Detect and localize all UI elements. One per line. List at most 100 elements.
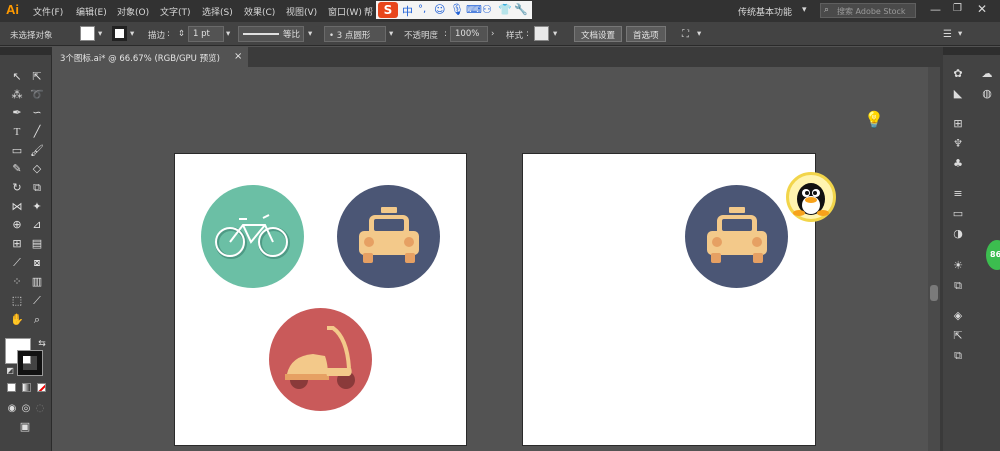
opacity-arrow-icon[interactable]: › xyxy=(491,29,494,39)
blend-tool-icon[interactable]: ⧇ xyxy=(28,255,46,271)
users-icon[interactable]: ⚇ xyxy=(482,3,492,16)
keyboard-icon[interactable]: ⌨ xyxy=(466,3,482,16)
scooter-icon[interactable] xyxy=(269,308,372,411)
swap-colors-icon[interactable]: ⇆ xyxy=(33,336,51,352)
eraser-tool-icon[interactable]: ◇ xyxy=(28,161,46,177)
perspective-grid-tool-icon[interactable]: ⊿ xyxy=(28,217,46,233)
curvature-tool-icon[interactable]: ∽ xyxy=(28,105,46,121)
menu-file[interactable]: 文件(F) xyxy=(33,5,63,18)
none-mode-icon[interactable] xyxy=(37,383,46,392)
libraries-icon[interactable]: ☁ xyxy=(979,67,995,81)
artboard-1[interactable] xyxy=(174,153,467,446)
export-icon[interactable]: ⇱ xyxy=(950,329,966,343)
scrollbar-thumb[interactable] xyxy=(930,285,938,301)
stroke-profile-select[interactable]: 等比 xyxy=(238,26,304,42)
fill-swatch[interactable] xyxy=(80,26,95,41)
direct-selection-tool-icon[interactable]: ⇱ xyxy=(28,69,46,85)
graph-tool-icon[interactable]: ▥ xyxy=(28,274,46,290)
eyedropper-tool-icon[interactable]: ⟋ xyxy=(8,255,26,271)
menu-help[interactable]: 帮 xyxy=(364,5,373,18)
lightbulb-icon[interactable]: 💡 xyxy=(864,110,884,129)
ime-mode[interactable]: 中 xyxy=(402,3,413,19)
swatches-icon[interactable]: ⊞ xyxy=(950,117,966,131)
rotate-tool-icon[interactable]: ↻ xyxy=(8,180,26,196)
document-tab[interactable]: 3个图标.ai* @ 66.67% (RGB/GPU 预览) × xyxy=(52,47,248,67)
layers-icon[interactable]: ◈ xyxy=(950,309,966,323)
gradient-mode-icon[interactable] xyxy=(22,383,31,392)
style-dropdown-icon[interactable]: ▾ xyxy=(553,29,557,39)
puppet-warp-tool-icon[interactable]: ✦ xyxy=(28,199,46,215)
hand-tool-icon[interactable]: ✋ xyxy=(8,312,26,328)
style-swatch[interactable] xyxy=(534,26,549,41)
menu-object[interactable]: 对象(O) xyxy=(117,5,149,18)
zoom-tool-icon[interactable]: ⌕ xyxy=(28,312,46,328)
draw-inside-icon[interactable]: ◌ xyxy=(31,401,49,417)
artboard-2[interactable] xyxy=(522,153,816,446)
stroke-panel-icon[interactable]: ≡ xyxy=(950,187,966,201)
type-tool-icon[interactable]: T xyxy=(8,124,26,140)
menu-view[interactable]: 视图(V) xyxy=(286,5,317,18)
width-tool-icon[interactable]: ⋈ xyxy=(8,199,26,215)
gradient-tool-icon[interactable]: ▤ xyxy=(28,236,46,252)
color-mode-icon[interactable] xyxy=(7,383,16,392)
default-colors-icon[interactable]: ◩ xyxy=(1,363,19,379)
bicycle-icon[interactable] xyxy=(201,185,304,288)
wrench-icon[interactable]: 🔧 xyxy=(514,3,528,16)
workspace-dropdown-icon[interactable]: ▾ xyxy=(802,5,807,15)
color-panel-icon[interactable]: ◣ xyxy=(950,87,966,101)
fill-dropdown-icon[interactable]: ▾ xyxy=(98,29,102,39)
arrange-dropdown-icon[interactable]: ▾ xyxy=(697,29,701,39)
cc-libraries-icon[interactable]: ◍ xyxy=(979,87,995,101)
paintbrush-tool-icon[interactable]: 🖌 xyxy=(28,143,46,159)
stroke-stepper-icon[interactable]: ⇕ xyxy=(178,29,185,39)
shaper-tool-icon[interactable]: ✎ xyxy=(8,161,26,177)
gradient-panel-icon[interactable]: ▭ xyxy=(950,207,966,221)
sogou-logo[interactable]: S xyxy=(378,2,398,18)
arrange-icon[interactable]: ⛶ xyxy=(682,29,689,40)
stroke-weight-input[interactable]: 1 pt xyxy=(188,26,224,42)
pen-tool-icon[interactable]: ✒ xyxy=(8,105,26,121)
color-guide-icon[interactable]: ✿ xyxy=(950,67,966,81)
stroke-weight-dropdown-icon[interactable]: ▾ xyxy=(226,29,230,39)
menu-window[interactable]: 窗口(W) xyxy=(328,5,362,18)
close-window-button[interactable]: ✕ xyxy=(977,2,987,16)
artboard-tool-icon[interactable]: ⬚ xyxy=(8,293,26,309)
taxi-icon[interactable] xyxy=(337,185,440,288)
rectangle-tool-icon[interactable]: ▭ xyxy=(8,143,26,159)
symbols-icon[interactable]: ♣ xyxy=(950,157,966,171)
menu-type[interactable]: 文字(T) xyxy=(160,5,191,18)
screen-mode-icon[interactable]: ▣ xyxy=(16,419,34,435)
stroke-swatch[interactable] xyxy=(112,26,127,41)
lasso-tool-icon[interactable]: ➰ xyxy=(28,87,46,103)
opacity-input[interactable]: 100% xyxy=(450,26,488,42)
taxi-icon-copy[interactable] xyxy=(685,185,788,288)
magic-wand-tool-icon[interactable]: ⁂ xyxy=(8,87,26,103)
menu-effect[interactable]: 效果(C) xyxy=(244,5,275,18)
selection-tool-icon[interactable]: ↖ xyxy=(8,69,26,85)
document-setup-button[interactable]: 文档设置 xyxy=(574,26,623,42)
mesh-tool-icon[interactable]: ⊞ xyxy=(8,236,26,252)
stroke-profile-dropdown-icon[interactable]: ▾ xyxy=(308,29,312,39)
panel-menu-icon[interactable]: ☰ xyxy=(943,29,952,40)
microphone-icon[interactable]: 🎙 xyxy=(450,3,464,16)
appearance-icon[interactable]: ☀ xyxy=(950,259,966,273)
skin-icon[interactable]: 👕 xyxy=(498,3,512,16)
menu-edit[interactable]: 编辑(E) xyxy=(76,5,107,18)
emoji-icon[interactable]: ☺ xyxy=(434,3,445,16)
panel-menu-dropdown-icon[interactable]: ▾ xyxy=(958,29,962,39)
preferences-button[interactable]: 首选项 xyxy=(626,26,666,42)
graphic-styles-icon[interactable]: ⧉ xyxy=(950,279,966,293)
brush-select[interactable]: • 3 点圆形 xyxy=(324,26,386,42)
symbol-sprayer-tool-icon[interactable]: ⁘ xyxy=(8,274,26,290)
workspace-switcher[interactable]: 传统基本功能 xyxy=(738,5,792,18)
punctuation-icon[interactable]: °, xyxy=(418,4,426,15)
brushes-icon[interactable]: ♆ xyxy=(950,137,966,151)
brush-dropdown-icon[interactable]: ▾ xyxy=(389,29,393,39)
search-stock-field[interactable]: ⌕ 搜索 Adobe Stock xyxy=(820,3,916,18)
stroke-dropdown-icon[interactable]: ▾ xyxy=(130,29,134,39)
maximize-button[interactable]: ❐ xyxy=(953,3,962,14)
minimize-button[interactable]: — xyxy=(930,3,941,16)
vertical-scrollbar[interactable] xyxy=(928,67,940,451)
menu-select[interactable]: 选择(S) xyxy=(202,5,233,18)
artboards-panel-icon[interactable]: ⧉ xyxy=(950,349,966,363)
